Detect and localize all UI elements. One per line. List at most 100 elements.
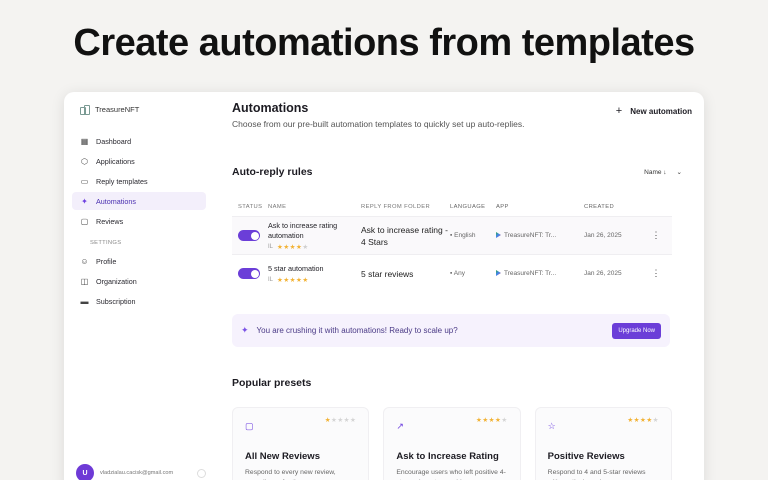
sparkle-icon: ✦: [81, 196, 88, 206]
sidebar-item-reviews[interactable]: ▢ Reviews: [72, 212, 206, 230]
col-app[interactable]: APP: [496, 204, 584, 210]
new-automation-label: New automation: [630, 106, 692, 116]
chevron-down-icon: ⌄: [676, 169, 682, 176]
upgrade-banner: ✦ You are crushing it with automations! …: [232, 314, 670, 347]
sidebar-item-automations[interactable]: ✦ Automations: [72, 192, 206, 210]
preset-title: All New Reviews: [245, 451, 320, 462]
app-cell: TreasureNFT: Tr...: [496, 270, 584, 277]
col-name[interactable]: NAME: [268, 204, 361, 210]
app-value: TreasureNFT: Tr...: [504, 270, 557, 277]
brand-logo-icon: [80, 104, 90, 115]
trend-icon: ↗: [396, 421, 404, 431]
row-menu-icon[interactable]: ⋮: [646, 268, 666, 279]
stars-off: ★★★★: [331, 417, 357, 424]
new-automation-button[interactable]: + New automation: [616, 105, 692, 117]
stars-off: ★: [501, 417, 508, 424]
sidebar-item-subscription[interactable]: ▬ Subscription: [72, 292, 206, 310]
created-cell: Jan 26, 2025: [584, 270, 622, 277]
settings-section-label: SETTINGS: [90, 240, 122, 246]
chat-icon: ▢: [245, 421, 254, 431]
preset-description: Respond to 4 and 5-star reviews with gra…: [547, 469, 646, 480]
card-icon: ▬: [80, 296, 89, 306]
sidebar-item-dashboard[interactable]: ▦ Dashboard: [72, 132, 206, 150]
stars-off: ★: [302, 243, 309, 251]
rules-table: STATUS NAME REPLY FROM FOLDER LANGUAGE A…: [232, 198, 672, 292]
status-cell: [232, 268, 268, 279]
presets-section-title: Popular presets: [232, 377, 312, 389]
grid-icon: ▦: [80, 136, 89, 146]
col-status[interactable]: STATUS: [232, 204, 268, 210]
sort-dropdown[interactable]: Name ↓ ⌄: [644, 168, 682, 177]
col-created[interactable]: CREATED: [584, 204, 646, 210]
rule-name: 5 star automation: [268, 263, 324, 273]
sidebar-item-label: Reply templates: [96, 176, 148, 186]
stars-on: ★★★★: [627, 417, 653, 424]
rating-stars: ★★★★★: [277, 276, 309, 284]
play-store-icon: [496, 232, 501, 238]
rule-meta-label: IL: [268, 276, 274, 283]
sidebar-item-organization[interactable]: ◫ Organization: [72, 272, 206, 290]
folder-cell: 5 star reviews: [361, 268, 414, 279]
sidebar-item-label: Applications: [96, 156, 135, 166]
box-icon: ⬡: [81, 156, 88, 166]
preset-card-positive-reviews[interactable]: ☆ ★★★★★ Positive Reviews Respond to 4 an…: [534, 407, 672, 480]
app-cell: TreasureNFT: Tr...: [496, 232, 584, 239]
banner-text: You are crushing it with automations! Re…: [256, 326, 458, 335]
rating-stars: ★★★★★: [277, 243, 309, 251]
table-row[interactable]: Ask to increase rating automation IL ★★★…: [232, 216, 672, 254]
sort-label: Name ↓: [644, 168, 667, 176]
preset-title: Ask to Increase Rating: [396, 451, 499, 462]
col-language[interactable]: LANGUAGE: [450, 204, 496, 210]
account-menu-icon[interactable]: [197, 468, 206, 478]
name-cell: 5 star automation IL ★★★★★: [268, 264, 361, 284]
sidebar-item-reply-templates[interactable]: ▭ Reply templates: [72, 172, 206, 190]
language-value: English: [454, 232, 476, 239]
table-row[interactable]: 5 star automation IL ★★★★★ 5 star review…: [232, 254, 672, 292]
user-account[interactable]: U vladzialau.cacisk@gmail.com: [76, 464, 206, 480]
sidebar-item-label: Profile: [96, 256, 117, 266]
rating-stars: ★★★★★: [627, 416, 659, 424]
star-icon: ☆: [547, 421, 556, 431]
play-store-icon: [496, 270, 501, 276]
sidebar-item-label: Subscription: [96, 296, 136, 306]
user-icon: ☺: [80, 256, 89, 266]
preset-description: Respond to every new review, regardless …: [245, 469, 336, 480]
col-folder[interactable]: REPLY FROM FOLDER: [361, 201, 450, 213]
sidebar-item-label: Dashboard: [96, 136, 132, 146]
preset-description: Encourage users who left positive 4-star…: [396, 469, 506, 480]
building-icon: ◫: [80, 276, 89, 286]
user-email: vladzialau.cacisk@gmail.com: [100, 470, 174, 476]
sidebar-item-profile[interactable]: ☺ Profile: [72, 252, 206, 270]
row-menu-icon[interactable]: ⋮: [646, 230, 666, 241]
language-cell: ▪ Any: [450, 270, 496, 277]
sidebar-item-label: Organization: [96, 276, 137, 286]
page-title: Automations: [232, 101, 309, 115]
sparkle-icon: ✦: [241, 325, 249, 335]
page-subtitle: Choose from our pre-built automation tem…: [232, 119, 525, 129]
language-value: Any: [453, 270, 465, 277]
rule-meta: IL ★★★★★: [268, 243, 361, 251]
sidebar: TreasureNFT ▦ Dashboard ⬡ Applications ▭…: [64, 92, 214, 480]
stars-on: ★★★★: [476, 417, 502, 424]
created-cell: Jan 26, 2025: [584, 232, 622, 239]
status-toggle[interactable]: [238, 268, 260, 279]
main-content: Automations Choose from our pre-built au…: [232, 92, 692, 480]
brand[interactable]: TreasureNFT: [80, 102, 206, 116]
preset-card-all-new-reviews[interactable]: ▢ ★★★★★ All New Reviews Respond to every…: [232, 407, 370, 480]
presets-list: ▢ ★★★★★ All New Reviews Respond to every…: [232, 407, 672, 480]
chat-icon: ▢: [80, 216, 89, 226]
folder-cell: Ask to increase rating - 4 Stars: [361, 224, 448, 247]
language-cell: ▪ English: [450, 232, 496, 239]
status-toggle[interactable]: [238, 230, 260, 241]
folder-icon: ▭: [80, 176, 89, 186]
status-cell: [232, 230, 268, 241]
sidebar-item-applications[interactable]: ⬡ Applications: [72, 152, 206, 170]
sidebar-item-label: Automations: [96, 196, 136, 206]
app-window: TreasureNFT ▦ Dashboard ⬡ Applications ▭…: [64, 92, 704, 480]
sidebar-item-label: Reviews: [96, 216, 124, 226]
preset-card-ask-to-increase-rating[interactable]: ↗ ★★★★★ Ask to Increase Rating Encourage…: [383, 407, 521, 480]
stars-on: ★★★★★: [277, 276, 309, 284]
rule-meta: IL ★★★★★: [268, 276, 361, 284]
upgrade-button[interactable]: Upgrade Now: [612, 322, 661, 339]
stars-off: ★: [652, 417, 659, 424]
